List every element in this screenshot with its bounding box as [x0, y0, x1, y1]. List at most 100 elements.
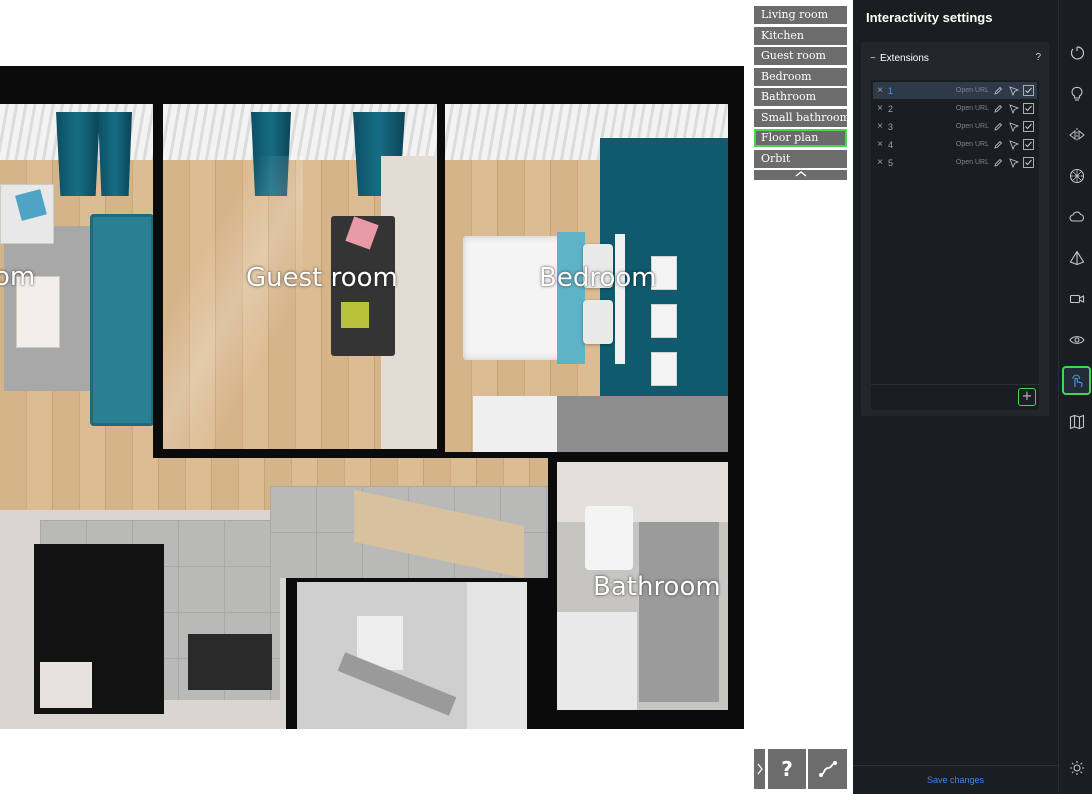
extensions-section: − Extensions ? × 1 Open URL × 2 Open URL	[861, 42, 1049, 416]
lightbulb-icon	[1070, 86, 1083, 101]
add-extension-button[interactable]: +	[1018, 388, 1036, 406]
extensions-list: × 1 Open URL × 2 Open URL × 3 Open URL ×…	[871, 80, 1039, 410]
chevron-up-icon	[795, 171, 806, 177]
cloud-icon	[1069, 211, 1084, 222]
extension-row[interactable]: × 1 Open URL	[873, 82, 1037, 99]
rail-button-interactivity[interactable]	[1062, 366, 1091, 395]
headboard	[615, 234, 625, 364]
rail-button-theme[interactable]	[1062, 753, 1091, 782]
collapse-views-button[interactable]	[754, 170, 847, 180]
extension-id: 4	[888, 139, 894, 150]
rail-button-visibility[interactable]	[1062, 325, 1091, 354]
view-item-small-bathroom[interactable]: Small bathroom	[754, 108, 850, 127]
rail-button-light[interactable]	[1062, 79, 1091, 108]
view-list: Living room Kitchen Guest room Bedroom B…	[754, 6, 850, 180]
rail-button-power[interactable]	[1062, 38, 1091, 67]
floor-plan-render[interactable]: Guest room Bedroom om Bathroom	[0, 66, 744, 729]
map-icon	[1069, 414, 1084, 429]
enabled-checkbox[interactable]	[1023, 121, 1034, 132]
edit-icon[interactable]	[991, 140, 1005, 150]
rail-button-texture[interactable]	[1062, 161, 1091, 190]
corridor-area	[270, 486, 548, 578]
sun-icon	[1069, 760, 1084, 775]
pointer-icon[interactable]	[1007, 157, 1021, 168]
rail-button-mirror[interactable]	[1062, 120, 1091, 149]
rail-button-camera[interactable]	[1062, 284, 1091, 313]
delete-icon[interactable]: ×	[873, 139, 887, 150]
view-item-bathroom[interactable]: Bathroom	[754, 88, 847, 106]
save-changes-button[interactable]: Save changes	[927, 775, 984, 785]
shower	[639, 522, 719, 702]
expand-panel-button[interactable]	[754, 749, 765, 789]
counter	[40, 662, 92, 708]
save-bar: Save changes	[853, 765, 1058, 794]
rail-button-environment[interactable]	[1062, 202, 1091, 231]
bath-cabinet	[557, 462, 728, 522]
interactivity-panel: Interactivity settings − Extensions ? × …	[853, 0, 1058, 794]
delete-icon[interactable]: ×	[873, 85, 887, 96]
pointer-icon[interactable]	[1007, 121, 1021, 132]
extensions-title: Extensions	[880, 52, 929, 64]
panel-title: Interactivity settings	[866, 10, 993, 25]
wall-art	[651, 304, 677, 338]
edit-icon[interactable]	[991, 86, 1005, 96]
extension-id: 2	[888, 103, 894, 114]
closet-shadow	[557, 396, 728, 452]
help-button[interactable]: ?	[768, 749, 806, 789]
pointer-icon[interactable]	[1007, 139, 1021, 150]
doormat	[188, 634, 272, 690]
rail-button-geometry[interactable]	[1062, 243, 1091, 272]
extension-id: 5	[888, 157, 894, 168]
extensions-help-icon[interactable]: ?	[1035, 52, 1041, 63]
view-item-orbit[interactable]: Orbit	[754, 149, 847, 168]
room-label-bathroom: Bathroom	[593, 572, 721, 602]
path-button[interactable]	[808, 749, 847, 789]
room-label-living-room: om	[0, 262, 36, 292]
view-item-floor-plan[interactable]: Floor plan	[754, 129, 847, 147]
kitchen-area	[0, 510, 286, 729]
view-item-living-room[interactable]: Living room	[754, 6, 847, 24]
small-bathroom-area	[297, 582, 527, 729]
extension-action: Open URL	[955, 87, 989, 94]
texture-icon	[1069, 168, 1084, 183]
enabled-checkbox[interactable]	[1023, 85, 1034, 96]
living-room-area	[0, 104, 153, 502]
pillow	[583, 300, 613, 344]
curtain	[56, 112, 100, 196]
view-item-kitchen[interactable]: Kitchen	[754, 26, 847, 45]
chevron-right-icon	[757, 763, 763, 775]
bath-sink	[585, 506, 633, 570]
cushion	[341, 302, 369, 328]
edit-icon[interactable]	[991, 158, 1005, 168]
extension-row[interactable]: × 4 Open URL	[873, 136, 1037, 153]
collapse-icon[interactable]: −	[870, 53, 880, 64]
room-label-guest-room: Guest room	[246, 263, 398, 293]
view-item-guest-room[interactable]: Guest room	[754, 47, 847, 65]
pointer-icon[interactable]	[1007, 103, 1021, 114]
rail-button-map[interactable]	[1062, 407, 1091, 436]
list-divider	[871, 384, 1039, 385]
edit-icon[interactable]	[991, 122, 1005, 132]
light-patch	[354, 489, 524, 578]
pointer-icon[interactable]	[1007, 85, 1021, 96]
extension-action: Open URL	[955, 141, 989, 148]
enabled-checkbox[interactable]	[1023, 157, 1034, 168]
delete-icon[interactable]: ×	[873, 157, 887, 168]
delete-icon[interactable]: ×	[873, 121, 887, 132]
extension-row[interactable]: × 3 Open URL	[873, 118, 1037, 135]
extension-row[interactable]: × 5 Open URL	[873, 154, 1037, 171]
edit-icon[interactable]	[991, 104, 1005, 114]
sofa	[90, 214, 153, 426]
path-icon	[818, 761, 837, 777]
pyramid-icon	[1069, 249, 1084, 265]
view-item-bedroom[interactable]: Bedroom	[754, 67, 847, 86]
blanket	[557, 232, 585, 364]
extension-row[interactable]: × 2 Open URL	[873, 100, 1037, 117]
room-label-bedroom: Bedroom	[539, 263, 657, 293]
enabled-checkbox[interactable]	[1023, 103, 1034, 114]
delete-icon[interactable]: ×	[873, 103, 887, 114]
enabled-checkbox[interactable]	[1023, 139, 1034, 150]
extensions-header[interactable]: − Extensions ?	[861, 42, 1049, 74]
floor-plan-viewer[interactable]: Guest room Bedroom om Bathroom Living ro…	[0, 0, 853, 794]
extension-id: 3	[888, 121, 894, 132]
